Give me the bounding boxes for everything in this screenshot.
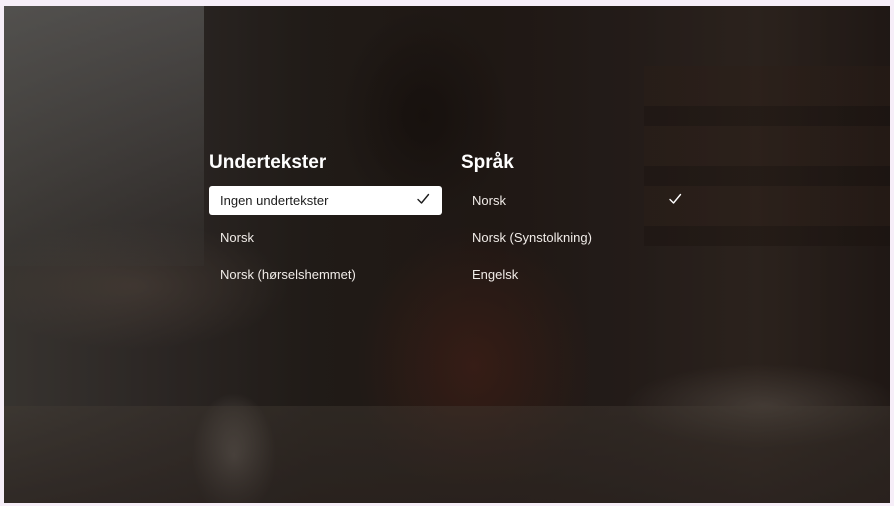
subtitle-option-norsk-hearing-impaired[interactable]: Norsk (hørselshemmet) bbox=[209, 260, 442, 289]
overlay-scrim bbox=[4, 6, 890, 503]
subtitle-option-norsk[interactable]: Norsk bbox=[209, 223, 442, 252]
video-player: Undertekster Ingen undertekster Norsk No… bbox=[4, 6, 890, 503]
check-icon bbox=[416, 192, 430, 206]
option-label: Norsk bbox=[472, 193, 506, 208]
option-label: Norsk (hørselshemmet) bbox=[220, 267, 356, 282]
audio-heading: Språk bbox=[461, 152, 514, 173]
option-label: Ingen undertekster bbox=[220, 193, 329, 208]
subtitle-option-none[interactable]: Ingen undertekster bbox=[209, 186, 442, 215]
option-label: Norsk bbox=[220, 230, 254, 245]
option-label: Norsk (Synstolkning) bbox=[472, 230, 592, 245]
audio-option-norsk-audio-description[interactable]: Norsk (Synstolkning) bbox=[461, 223, 694, 252]
audio-option-norsk[interactable]: Norsk bbox=[461, 186, 694, 215]
subtitles-heading: Undertekster bbox=[209, 152, 327, 173]
audio-language-menu: Språk Norsk Norsk (Synstolkning) Engelsk bbox=[461, 151, 694, 297]
audio-option-engelsk[interactable]: Engelsk bbox=[461, 260, 694, 289]
option-label: Engelsk bbox=[472, 267, 519, 282]
check-icon bbox=[668, 192, 682, 206]
subtitles-menu: Undertekster Ingen undertekster Norsk No… bbox=[209, 151, 442, 297]
